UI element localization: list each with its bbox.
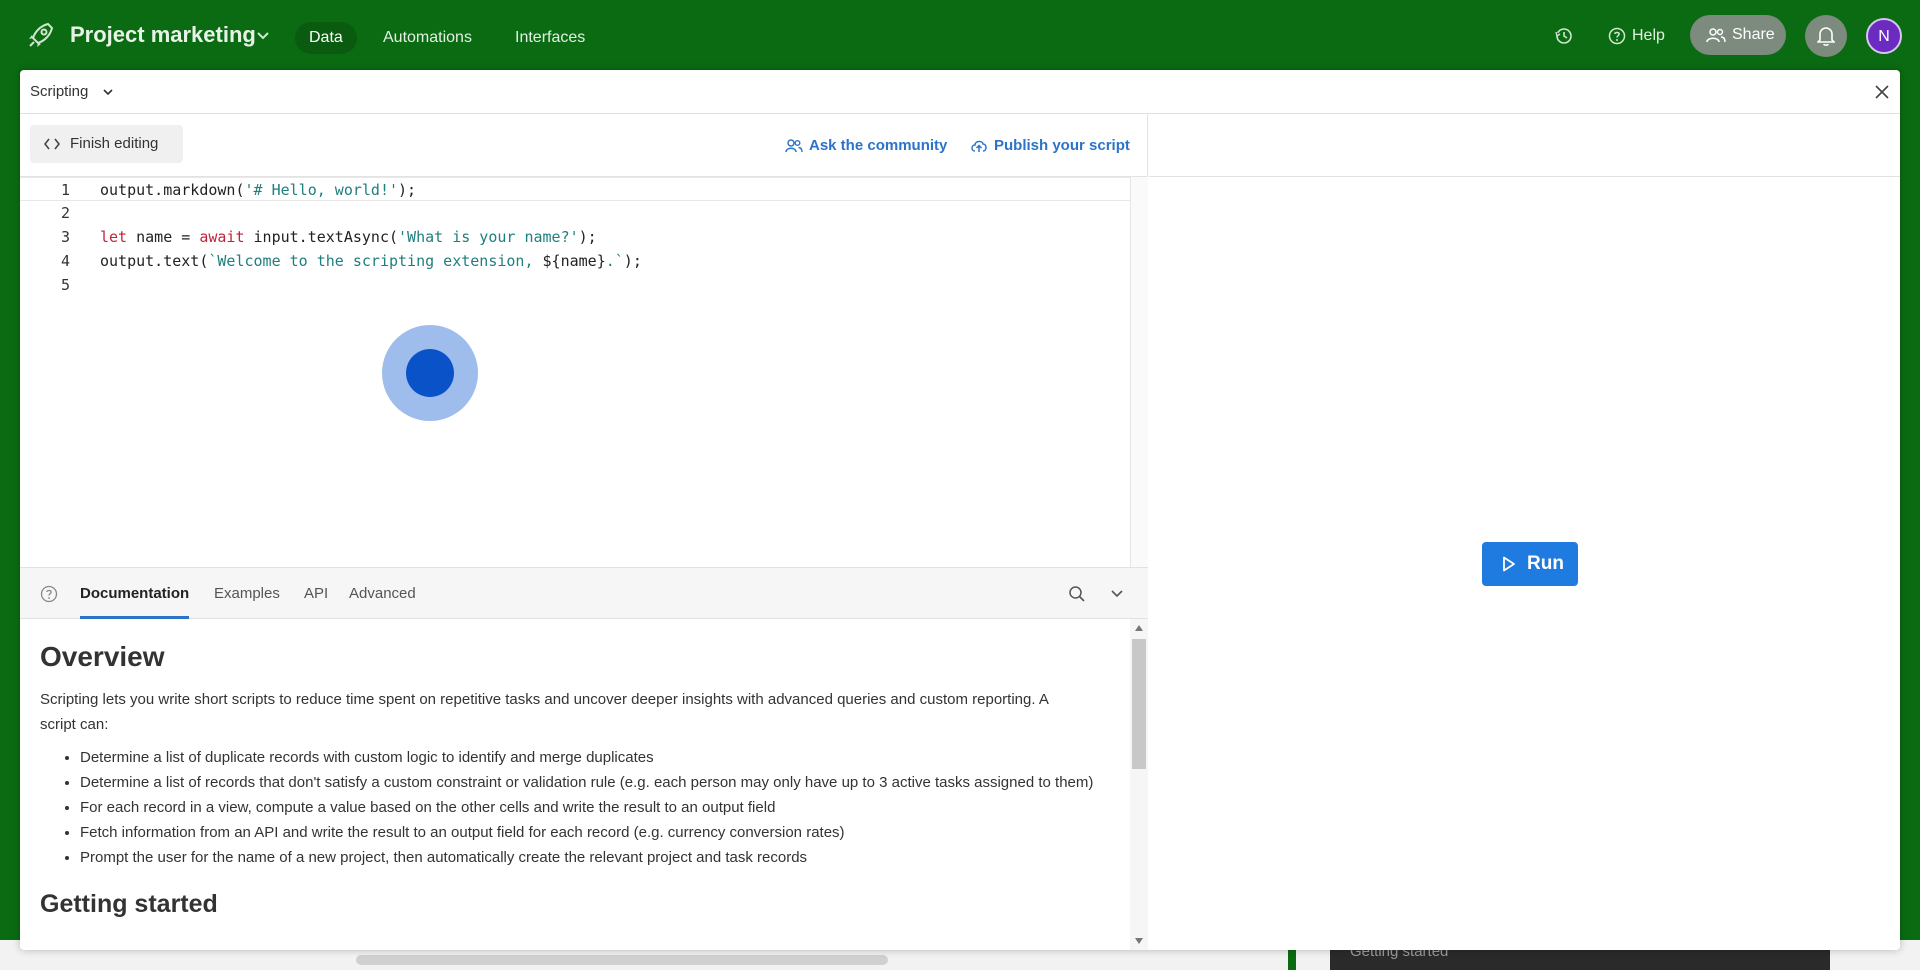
docs-tab-bar: Documentation Examples API Advanced [20,567,1148,619]
docs-bullet-list: Determine a list of duplicate records wi… [40,745,1110,870]
code-line[interactable]: 4 output.text(`Welcome to the scripting … [20,249,1130,273]
tab-advanced[interactable]: Advanced [349,585,416,619]
line-number: 5 [60,276,70,294]
click-indicator-dot [406,349,454,397]
scripting-modal: Scripting Finish editing Ask the communi… [20,70,1900,950]
scroll-down-arrow[interactable] [1135,938,1143,944]
tab-interfaces[interactable]: Interfaces [501,22,599,54]
cloud-upload-icon [971,140,987,152]
publish-script-label: Publish your script [994,137,1130,154]
docs-scrollbar[interactable] [1130,619,1148,950]
modal-title[interactable]: Scripting [30,83,88,100]
docs-intro: Scripting lets you write short scripts t… [40,691,1049,733]
help-icon[interactable] [40,585,58,603]
chevron-down-icon[interactable] [1110,587,1124,601]
code-line[interactable]: 1 output.markdown('# Hello, world!'); [20,177,1130,201]
line-number: 2 [60,204,70,222]
output-toolbar [1149,114,1900,177]
docs-subheading: Getting started [40,890,218,918]
tab-automations[interactable]: Automations [369,22,486,54]
community-icon [785,139,803,153]
finish-editing-label: Finish editing [70,135,159,152]
help-label: Help [1632,27,1665,44]
chevron-down-icon[interactable] [102,86,114,98]
chevron-down-icon[interactable] [256,28,270,42]
editor-toolbar: Finish editing Ask the community Publish… [20,114,1148,177]
code-text: output.text(`Welcome to the scripting ex… [100,252,642,270]
tab-examples[interactable]: Examples [214,585,280,619]
close-icon[interactable] [1872,82,1892,102]
documentation-content: Overview Scripting lets you write short … [20,619,1130,950]
tab-documentation[interactable]: Documentation [80,585,190,619]
run-label: Run [1527,553,1564,574]
editor-pane: Finish editing Ask the community Publish… [20,114,1148,950]
line-number: 3 [60,228,70,246]
help-button[interactable]: Help [1608,24,1665,48]
users-icon [1706,28,1726,43]
history-icon[interactable] [1554,26,1574,46]
search-icon[interactable] [1068,585,1086,603]
run-button[interactable]: Run [1482,542,1578,586]
project-title[interactable]: Project marketing [70,22,256,48]
output-pane: Run [1149,114,1900,950]
code-line[interactable]: 5 [20,273,1130,297]
code-line[interactable]: 3 let name = await input.textAsync('What… [20,225,1130,249]
tab-data[interactable]: Data [295,22,357,54]
app-header: Project marketing Data Automations Inter… [0,0,1920,70]
list-item: Fetch information from an API and write … [80,820,1110,845]
scroll-up-arrow[interactable] [1135,625,1143,631]
finish-editing-button[interactable]: Finish editing [30,125,183,163]
ask-community-label: Ask the community [809,137,948,154]
share-button[interactable]: Share [1690,15,1786,55]
code-icon [44,138,60,150]
editor-scrollbar[interactable] [1130,177,1148,567]
code-text: let name = await input.textAsync('What i… [100,228,597,246]
share-label: Share [1732,26,1775,43]
list-item: Determine a list of records that don't s… [80,770,1110,795]
code-editor[interactable]: 1 output.markdown('# Hello, world!'); 2 … [20,177,1130,567]
background-scrollbar[interactable] [356,955,888,965]
code-line[interactable]: 2 [20,201,1130,225]
modal-header: Scripting [20,70,1900,114]
scroll-thumb[interactable] [1132,639,1146,769]
line-number: 4 [60,252,70,270]
ask-community-link[interactable]: Ask the community [785,136,947,156]
list-item: For each record in a view, compute a val… [80,795,1110,820]
tab-api[interactable]: API [304,585,328,619]
play-icon [1503,556,1515,572]
avatar[interactable]: N [1866,18,1902,54]
rocket-icon [29,22,54,47]
bell-icon [1817,27,1835,46]
help-icon [1608,27,1626,45]
line-number: 1 [60,181,70,199]
list-item: Determine a list of duplicate records wi… [80,745,1110,770]
docs-heading: Overview [40,641,165,672]
publish-script-link[interactable]: Publish your script [970,136,1130,156]
notifications-button[interactable] [1805,15,1847,57]
code-text: output.markdown('# Hello, world!'); [100,181,417,199]
list-item: Prompt the user for the name of a new pr… [80,845,1110,870]
